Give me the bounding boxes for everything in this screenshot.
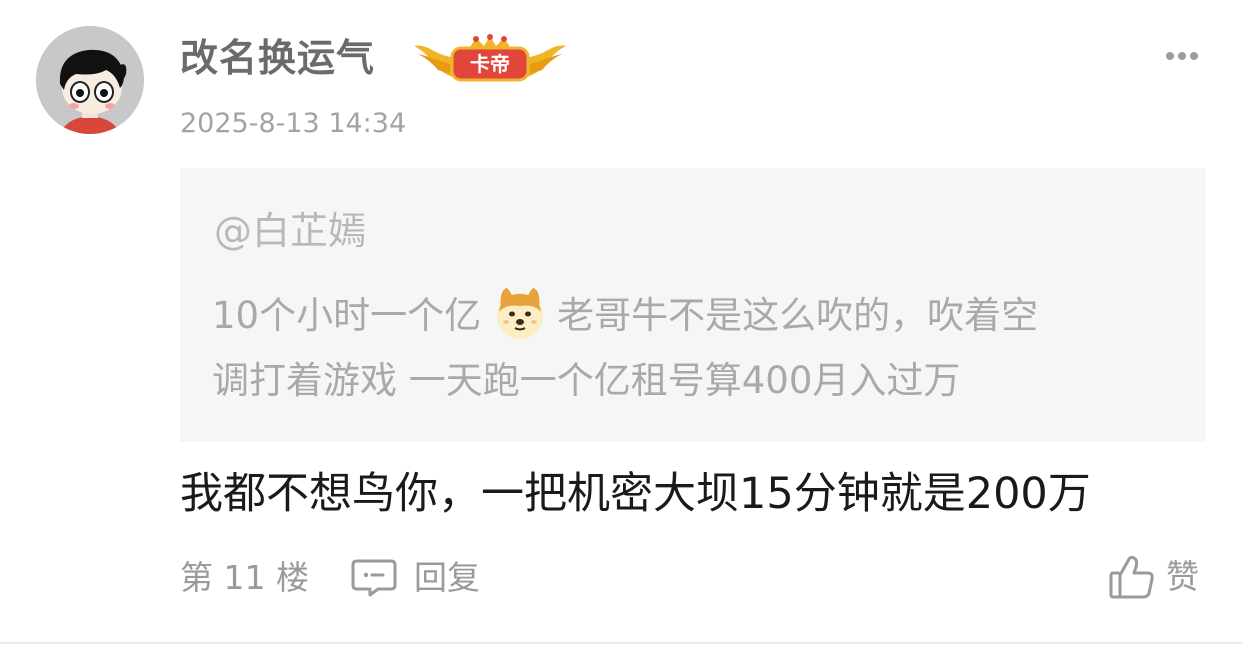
quoted-text-line: 10个小时一个亿 老哥牛不是这么吹的，吹着空 bbox=[212, 282, 1038, 341]
username[interactable]: 改名换运气 bbox=[180, 32, 375, 84]
user-level-badge: 卡帝 bbox=[412, 34, 568, 84]
avatar[interactable] bbox=[36, 26, 144, 134]
quoted-comment[interactable]: @白芷嫣 10个小时一个亿 老哥牛不是这么吹的，吹着空 调打着游戏 一天跑一个亿… bbox=[180, 168, 1206, 442]
badge-label: 卡帝 bbox=[470, 52, 510, 76]
comment-text: 我都不想鸟你，一把机密大坝15分钟就是200万 bbox=[180, 469, 1091, 519]
thumbs-up-icon bbox=[1109, 555, 1154, 599]
doge-emoji-icon bbox=[491, 282, 549, 340]
quoted-username[interactable]: @白芷嫣 bbox=[214, 208, 366, 254]
quoted-text-segment: 10个小时一个亿 bbox=[212, 294, 482, 337]
quoted-text-line: 调打着游戏 一天跑一个亿租号算400月入过万 bbox=[212, 359, 961, 402]
post-timestamp: 2025-8-13 14:34 bbox=[180, 108, 407, 139]
like-label: 赞 bbox=[1166, 557, 1199, 596]
more-dots-icon[interactable] bbox=[1164, 48, 1200, 64]
reply-label: 回复 bbox=[414, 558, 480, 597]
floor-label: 第 11 楼 bbox=[180, 558, 309, 597]
comment-icon bbox=[351, 559, 397, 597]
quoted-text-segment: 老哥牛不是这么吹的，吹着空 bbox=[557, 294, 1039, 337]
reply-button[interactable]: 回复 bbox=[350, 556, 480, 600]
like-button[interactable]: 赞 bbox=[1108, 552, 1199, 602]
divider bbox=[0, 642, 1242, 644]
